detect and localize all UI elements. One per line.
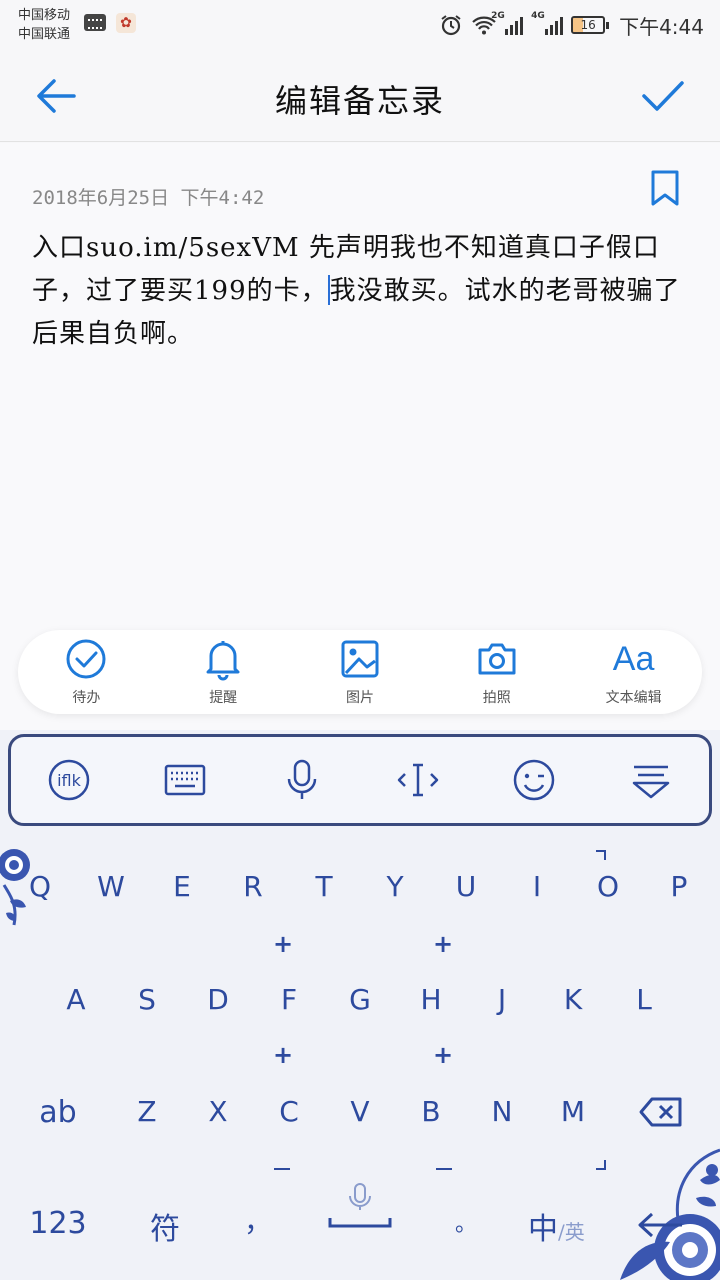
check-circle-icon: [66, 639, 106, 679]
reminder-button[interactable]: 提醒: [163, 637, 283, 707]
key-o[interactable]: O: [578, 870, 638, 903]
image-icon: [341, 640, 379, 678]
keyboard-icon[interactable]: [162, 757, 208, 803]
page-title: 编辑备忘录: [274, 82, 445, 120]
key-r[interactable]: R: [223, 870, 283, 903]
text-edit-label: 文本编辑: [605, 690, 662, 706]
key-i[interactable]: I: [507, 870, 567, 903]
key-corner-decor: [596, 850, 606, 860]
confirm-check-icon[interactable]: [640, 74, 686, 118]
backspace-icon[interactable]: [638, 1096, 684, 1128]
key-plus-decor: +: [433, 1041, 454, 1069]
space-mic-icon: [328, 1183, 392, 1228]
key-case-toggle[interactable]: ab: [28, 1095, 88, 1130]
note-date: 2018年6月25日 下午4:42: [32, 187, 265, 209]
app-notification-icon: ✿: [116, 13, 136, 33]
network-1-label: 2G: [491, 11, 505, 21]
reminder-label: 提醒: [209, 690, 238, 706]
key-a[interactable]: A: [46, 983, 106, 1016]
key-v[interactable]: V: [330, 1095, 390, 1128]
camera-label: 拍照: [482, 690, 511, 706]
edit-toolbar: 待办 提醒 图片 拍照 Aa 文本编辑: [18, 630, 702, 714]
key-y[interactable]: Y: [365, 870, 425, 903]
key-m[interactable]: M: [543, 1095, 603, 1128]
key-comma[interactable]: ，: [228, 1200, 288, 1240]
key-f[interactable]: F: [259, 983, 319, 1016]
bell-icon: [206, 641, 240, 681]
key-plus-decor: +: [273, 930, 294, 958]
key-j[interactable]: J: [472, 983, 532, 1016]
key-numbers[interactable]: 123: [18, 1206, 98, 1241]
key-plus-decor: +: [273, 1041, 294, 1069]
key-p[interactable]: P: [649, 870, 709, 903]
carrier-2: 中国联通: [18, 27, 71, 42]
language-switch[interactable]: 中/英: [528, 1204, 585, 1248]
key-d[interactable]: D: [188, 983, 248, 1016]
ime-logo-icon[interactable]: iflk: [46, 757, 92, 803]
key-plus-decor: +: [433, 930, 454, 958]
battery-level: 16: [580, 18, 596, 32]
carrier-labels: 中国移动 中国联通: [18, 6, 70, 44]
key-s[interactable]: S: [117, 983, 177, 1016]
key-l[interactable]: L: [614, 983, 674, 1016]
network-2-label: 4G: [531, 11, 545, 21]
svg-text:iflk: iflk: [57, 771, 82, 790]
enter-icon[interactable]: [636, 1210, 686, 1240]
carrier-1: 中国移动: [18, 8, 71, 23]
key-x[interactable]: X: [188, 1095, 248, 1128]
lang-main-label: 中: [528, 1212, 558, 1247]
key-n[interactable]: N: [472, 1095, 532, 1128]
status-bar: 中国移动 中国联通 ✿ 2G 4G 16 下午4:44: [0, 0, 720, 50]
battery-icon: 16: [571, 16, 610, 34]
key-u[interactable]: U: [436, 870, 496, 903]
key-e[interactable]: E: [152, 870, 212, 903]
key-h[interactable]: H: [401, 983, 461, 1016]
key-g[interactable]: G: [330, 983, 390, 1016]
bookmark-icon[interactable]: [650, 169, 680, 207]
key-symbols[interactable]: 符: [135, 1204, 195, 1248]
hide-keyboard-icon[interactable]: [628, 757, 674, 803]
key-corner-decor: [436, 1160, 452, 1170]
note-text[interactable]: 入口suo.im/5sexVM 先声明我也不知道真口子假口子，过了要买199的卡…: [32, 227, 692, 356]
lang-alt-label: /英: [558, 1220, 585, 1244]
key-z[interactable]: Z: [117, 1095, 177, 1128]
todo-label: 待办: [72, 690, 101, 706]
title-bar: 编辑备忘录: [0, 50, 720, 142]
emoji-icon[interactable]: [511, 757, 557, 803]
keyboard-toolbar: iflk: [8, 734, 712, 826]
key-b[interactable]: B: [401, 1095, 461, 1128]
signal-4g-icon: 4G: [531, 11, 564, 35]
picture-label: 图片: [345, 690, 374, 706]
text-format-icon: Aa: [612, 640, 655, 678]
key-q[interactable]: Q: [10, 870, 70, 903]
key-t[interactable]: T: [294, 870, 354, 903]
signal-2g-icon: 2G: [491, 11, 524, 35]
key-w[interactable]: W: [81, 870, 141, 903]
key-k[interactable]: K: [543, 983, 603, 1016]
key-period[interactable]: 。: [436, 1206, 496, 1238]
camera-button[interactable]: 拍照: [437, 637, 557, 707]
space-bar[interactable]: [328, 1182, 392, 1228]
status-indicators: 2G 4G 16 下午4:44: [439, 10, 704, 40]
key-corner-decor: [596, 1160, 606, 1170]
status-time: 下午4:44: [619, 14, 704, 39]
alarm-icon: [441, 15, 461, 36]
key-corner-decor: [274, 1160, 290, 1170]
camera-icon: [478, 643, 516, 675]
text-edit-button[interactable]: Aa 文本编辑: [574, 637, 694, 707]
cursor-move-icon[interactable]: [395, 757, 441, 803]
microphone-icon[interactable]: [279, 757, 325, 803]
picture-button[interactable]: 图片: [300, 637, 420, 707]
key-c[interactable]: C: [259, 1095, 319, 1128]
soft-keyboard: iflk + + + + Q W E R T Y U I O P A S D F…: [0, 730, 720, 1280]
todo-button[interactable]: 待办: [26, 637, 146, 707]
keyboard-notification-icon: [84, 14, 106, 31]
